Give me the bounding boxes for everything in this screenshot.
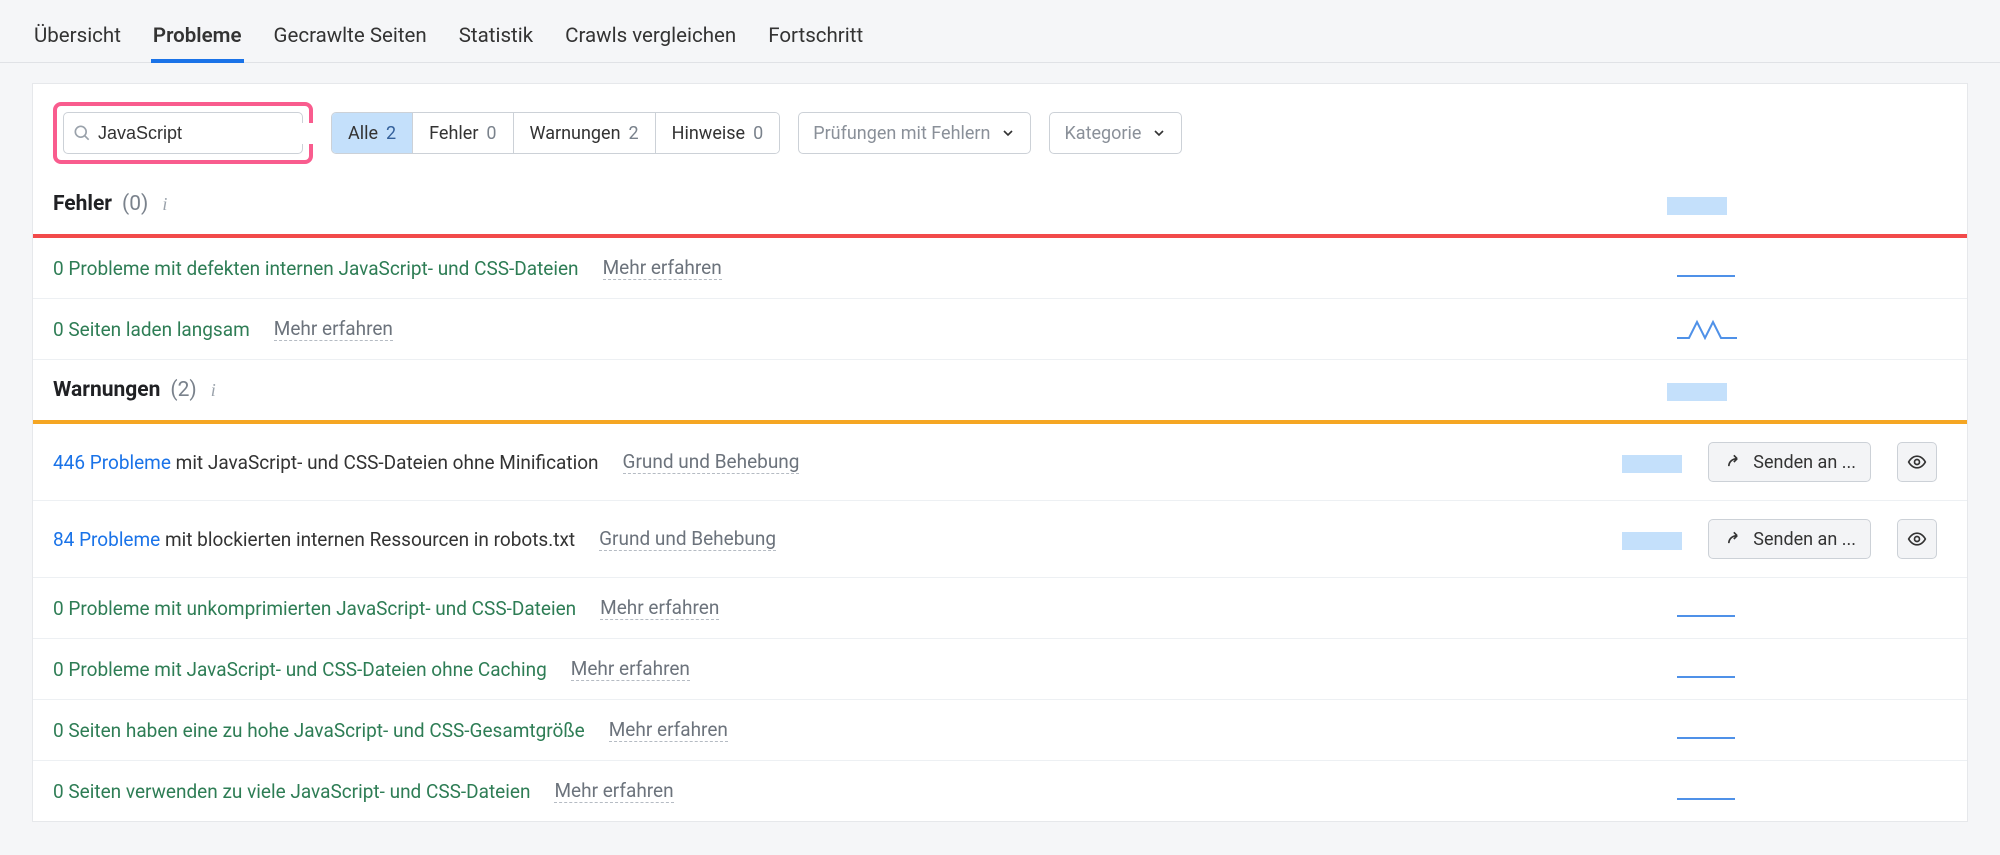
sparkline [1667,193,1727,215]
issue-row[interactable]: 0 Probleme mit unkomprimierten JavaScrip… [33,578,1967,639]
tab-overview[interactable]: Übersicht [32,16,123,62]
section-errors-count: (0) [122,192,148,216]
issue-row[interactable]: 446 Probleme mit JavaScript- und CSS-Dat… [33,424,1967,501]
issue-row[interactable]: 0 Seiten haben eine zu hohe JavaScript- … [33,700,1967,761]
issue-text: 0 Seiten verwenden zu viele JavaScript- … [53,780,530,803]
reason-fix-link[interactable]: Grund und Behebung [599,527,776,551]
dropdown-category-label: Kategorie [1064,123,1141,144]
learn-more-link[interactable]: Mehr erfahren [600,596,719,620]
learn-more-link[interactable]: Mehr erfahren [274,317,393,341]
tab-compare[interactable]: Crawls vergleichen [563,16,738,62]
sparkline [1622,451,1682,473]
issue-count-link[interactable]: 446 Probleme [53,451,171,474]
seg-notices-count: 0 [753,123,763,144]
sparkline [1667,379,1727,401]
visibility-button[interactable] [1897,519,1937,559]
tab-crawled[interactable]: Gecrawlte Seiten [272,16,429,62]
search-icon [72,123,92,143]
issue-text: mit blockierten internen Ressourcen in r… [160,528,575,551]
toolbar: Alle 2 Fehler 0 Warnungen 2 Hinweise 0 P… [33,84,1967,180]
dropdown-checks[interactable]: Prüfungen mit Fehlern [798,112,1031,154]
issue-row[interactable]: 0 Seiten verwenden zu viele JavaScript- … [33,761,1967,821]
seg-notices[interactable]: Hinweise 0 [656,113,780,153]
sparkline [1677,257,1737,279]
section-warnings-title: Warnungen [53,378,160,402]
seg-notices-label: Hinweise [672,123,745,144]
search-input[interactable] [92,123,336,144]
section-header-errors: Fehler (0) i [33,180,1967,234]
seg-all[interactable]: Alle 2 [332,113,413,153]
seg-all-count: 2 [386,123,396,144]
sparkline [1677,318,1737,340]
info-icon[interactable]: i [207,380,216,401]
send-button[interactable]: Senden an ... [1708,442,1871,482]
dropdown-category[interactable]: Kategorie [1049,112,1182,154]
section-header-warnings: Warnungen (2) i [33,360,1967,420]
issue-text: 0 Probleme mit defekten internen JavaScr… [53,257,579,280]
tab-progress[interactable]: Fortschritt [766,16,865,62]
issue-text: 0 Seiten laden langsam [53,318,250,341]
learn-more-link[interactable]: Mehr erfahren [571,657,690,681]
seg-all-label: Alle [348,123,378,144]
issue-row[interactable]: 0 Probleme mit defekten internen JavaScr… [33,238,1967,299]
eye-icon [1907,452,1927,472]
seg-warnings[interactable]: Warnungen 2 [514,113,656,153]
eye-icon [1907,529,1927,549]
send-button[interactable]: Senden an ... [1708,519,1871,559]
send-button-label: Senden an ... [1753,529,1856,550]
issue-row[interactable]: 84 Probleme mit blockierten internen Res… [33,501,1967,578]
chevron-down-icon [1151,125,1167,141]
seg-errors[interactable]: Fehler 0 [413,113,513,153]
section-warnings-count: (2) [170,378,196,402]
share-icon [1723,529,1743,549]
issue-text: 0 Probleme mit JavaScript- und CSS-Datei… [53,658,547,681]
sparkline [1677,597,1737,619]
filter-segments: Alle 2 Fehler 0 Warnungen 2 Hinweise 0 [331,112,780,154]
issue-text: 0 Seiten haben eine zu hohe JavaScript- … [53,719,585,742]
tab-issues[interactable]: Probleme [151,16,244,62]
seg-warnings-label: Warnungen [530,123,621,144]
visibility-button[interactable] [1897,442,1937,482]
issue-count-link[interactable]: 84 Probleme [53,528,160,551]
top-tabs: Übersicht Probleme Gecrawlte Seiten Stat… [0,0,2000,63]
info-icon[interactable]: i [158,194,167,215]
learn-more-link[interactable]: Mehr erfahren [603,256,722,280]
issue-row[interactable]: 0 Seiten laden langsam Mehr erfahren [33,299,1967,360]
reason-fix-link[interactable]: Grund und Behebung [623,450,800,474]
share-icon [1723,452,1743,472]
issue-text: mit JavaScript- und CSS-Dateien ohne Min… [171,451,599,474]
sparkline [1677,658,1737,680]
sparkline [1677,719,1737,741]
issues-panel: Alle 2 Fehler 0 Warnungen 2 Hinweise 0 P… [32,83,1968,822]
chevron-down-icon [1000,125,1016,141]
issue-text: 0 Probleme mit unkomprimierten JavaScrip… [53,597,576,620]
dropdown-checks-label: Prüfungen mit Fehlern [813,123,990,144]
issue-row[interactable]: 0 Probleme mit JavaScript- und CSS-Datei… [33,639,1967,700]
send-button-label: Senden an ... [1753,452,1856,473]
seg-errors-label: Fehler [429,123,478,144]
tab-statistics[interactable]: Statistik [457,16,535,62]
seg-warnings-count: 2 [629,123,639,144]
seg-errors-count: 0 [486,123,496,144]
search-input-wrap [63,112,303,154]
learn-more-link[interactable]: Mehr erfahren [609,718,728,742]
learn-more-link[interactable]: Mehr erfahren [554,779,673,803]
search-highlight-frame [53,102,313,164]
sparkline [1622,528,1682,550]
section-errors-title: Fehler [53,192,112,216]
sparkline [1677,780,1737,802]
